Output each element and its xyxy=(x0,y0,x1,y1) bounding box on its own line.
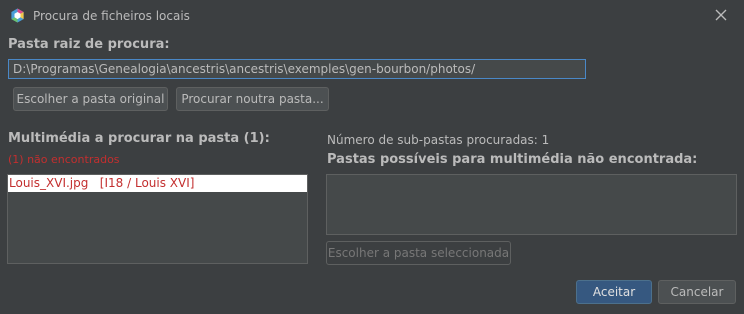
not-found-count: (1) não encontrados xyxy=(8,153,120,166)
title-bar: Procura de ficheiros locais xyxy=(0,0,744,32)
media-list[interactable]: Louis_XVI.jpg [I18 / Louis XVI] xyxy=(7,174,308,264)
subfolder-count-text: Número de sub-pastas procuradas: 1 xyxy=(327,133,550,147)
root-folder-path-input[interactable] xyxy=(8,59,586,79)
choose-selected-folder-button[interactable]: Escolher a pasta seleccionada xyxy=(326,241,511,265)
search-other-folder-button[interactable]: Procurar noutra pasta... xyxy=(176,87,329,111)
possible-folders-list[interactable] xyxy=(326,174,737,235)
cancel-button[interactable]: Cancelar xyxy=(658,280,736,304)
close-icon xyxy=(715,9,727,21)
possible-folders-label: Pastas possíveis para multimédia não enc… xyxy=(327,152,698,167)
choose-original-folder-button[interactable]: Escolher a pasta original xyxy=(13,87,168,111)
media-list-label: Multimédia a procurar na pasta (1): xyxy=(8,131,270,146)
list-item[interactable]: Louis_XVI.jpg [I18 / Louis XVI] xyxy=(8,175,307,192)
close-button[interactable] xyxy=(708,3,734,27)
window-title: Procura de ficheiros locais xyxy=(33,9,190,23)
app-hexagon-icon xyxy=(11,8,24,23)
accept-button[interactable]: Aceitar xyxy=(576,280,652,304)
root-folder-label: Pasta raiz de procura: xyxy=(8,37,170,52)
